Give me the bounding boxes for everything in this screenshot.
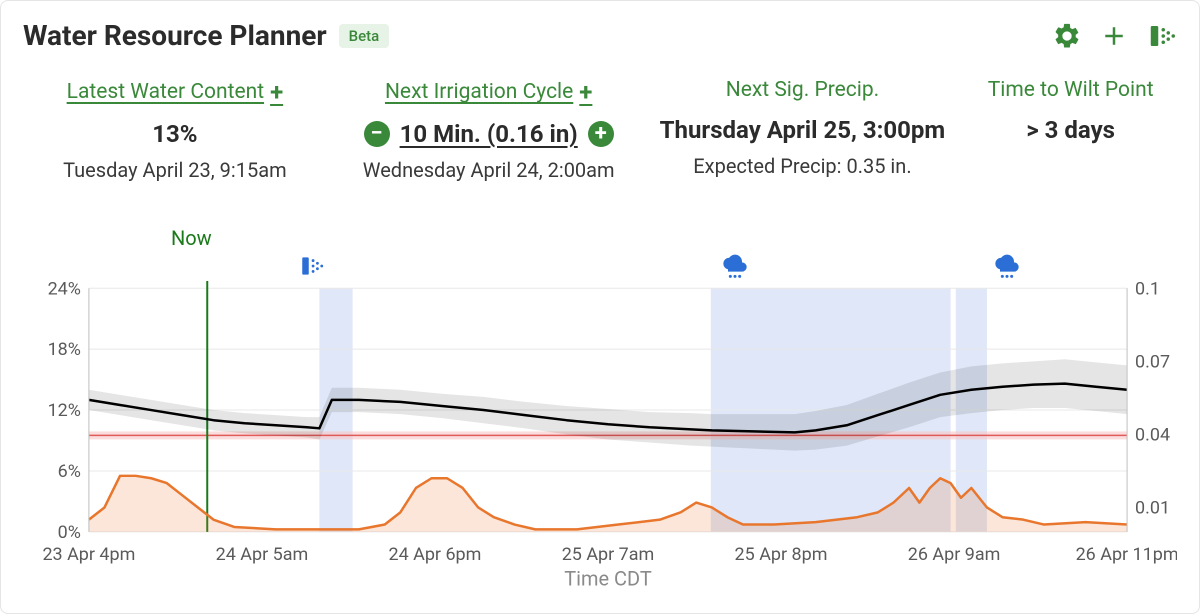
svg-text:Time CDT: Time CDT [564, 567, 652, 591]
stat-precip: Next Sig. Precip. Thursday April 25, 3:0… [651, 78, 955, 182]
svg-text:25 Apr 8pm: 25 Apr 8pm [735, 544, 828, 565]
svg-text:24 Apr 5am: 24 Apr 5am [216, 544, 309, 565]
precip-label: Next Sig. Precip. [726, 78, 879, 102]
svg-text:0.01: 0.01 [1135, 497, 1170, 518]
svg-text:0.1: 0.1 [1135, 281, 1160, 299]
header: Water Resource Planner Beta [23, 19, 1177, 52]
svg-text:12%: 12% [48, 400, 81, 421]
chart-svg: 0% 6% 12% 18% 24% 0.01 0.04 0.07 0.1 23 Apr 4pm 24… [29, 281, 1177, 593]
irrigation-label: Next Irrigation Cycle [385, 80, 573, 104]
decrease-button[interactable]: − [364, 121, 390, 147]
header-left: Water Resource Planner Beta [23, 19, 389, 52]
svg-text:0.04: 0.04 [1135, 424, 1170, 445]
svg-text:0.07: 0.07 [1135, 351, 1170, 372]
svg-text:6%: 6% [58, 461, 81, 482]
header-actions [1053, 21, 1177, 51]
plus-icon[interactable] [1099, 21, 1129, 51]
beta-badge: Beta [339, 24, 390, 48]
gear-icon[interactable] [1053, 22, 1081, 50]
irrigation-value[interactable]: 10 Min. (0.16 in) [400, 120, 578, 148]
sprinkler-icon [299, 253, 325, 283]
stat-irrigation: Next Irrigation Cycle + − 10 Min. (0.16 … [337, 78, 641, 182]
water-content-label: Latest Water Content [67, 80, 264, 104]
svg-text:0%: 0% [58, 522, 81, 543]
svg-text:26 Apr 9am: 26 Apr 9am [908, 544, 1001, 565]
increase-button[interactable]: + [588, 121, 614, 147]
plus-icon: + [270, 78, 283, 106]
precip-value: Thursday April 25, 3:00pm [651, 116, 955, 144]
irrigation-value-row: − 10 Min. (0.16 in) + [337, 120, 641, 148]
water-content-value: 13% [23, 120, 327, 148]
svg-text:23 Apr 4pm: 23 Apr 4pm [42, 544, 135, 565]
sprinkler-icon[interactable] [1147, 21, 1177, 51]
svg-text:25 Apr 7am: 25 Apr 7am [562, 544, 655, 565]
stats-row: Latest Water Content + 13% Tuesday April… [23, 78, 1177, 182]
water-content-time: Tuesday April 23, 9:15am [23, 158, 327, 182]
svg-text:18%: 18% [48, 339, 81, 360]
plus-icon: + [579, 78, 592, 106]
now-label: Now [171, 226, 212, 250]
chart: 0% 6% 12% 18% 24% 0.01 0.04 0.07 0.1 23 Apr 4pm 24… [29, 281, 1177, 593]
svg-text:24 Apr 6pm: 24 Apr 6pm [389, 544, 482, 565]
wilt-label: Time to Wilt Point [988, 78, 1154, 102]
water-resource-card: Water Resource Planner Beta Latest Water… [0, 0, 1200, 614]
stat-wilt: Time to Wilt Point > 3 days [964, 78, 1177, 182]
irrigation-link[interactable]: Next Irrigation Cycle + [385, 78, 592, 106]
water-content-link[interactable]: Latest Water Content + [67, 78, 284, 106]
svg-text:24%: 24% [48, 281, 81, 299]
wilt-value: > 3 days [964, 116, 1177, 144]
svg-text:26 Apr 11pm: 26 Apr 11pm [1076, 544, 1177, 565]
stat-water-content: Latest Water Content + 13% Tuesday April… [23, 78, 327, 182]
page-title: Water Resource Planner [23, 19, 327, 52]
precip-sub: Expected Precip: 0.35 in. [651, 154, 955, 178]
irrigation-time: Wednesday April 24, 2:00am [337, 158, 641, 182]
